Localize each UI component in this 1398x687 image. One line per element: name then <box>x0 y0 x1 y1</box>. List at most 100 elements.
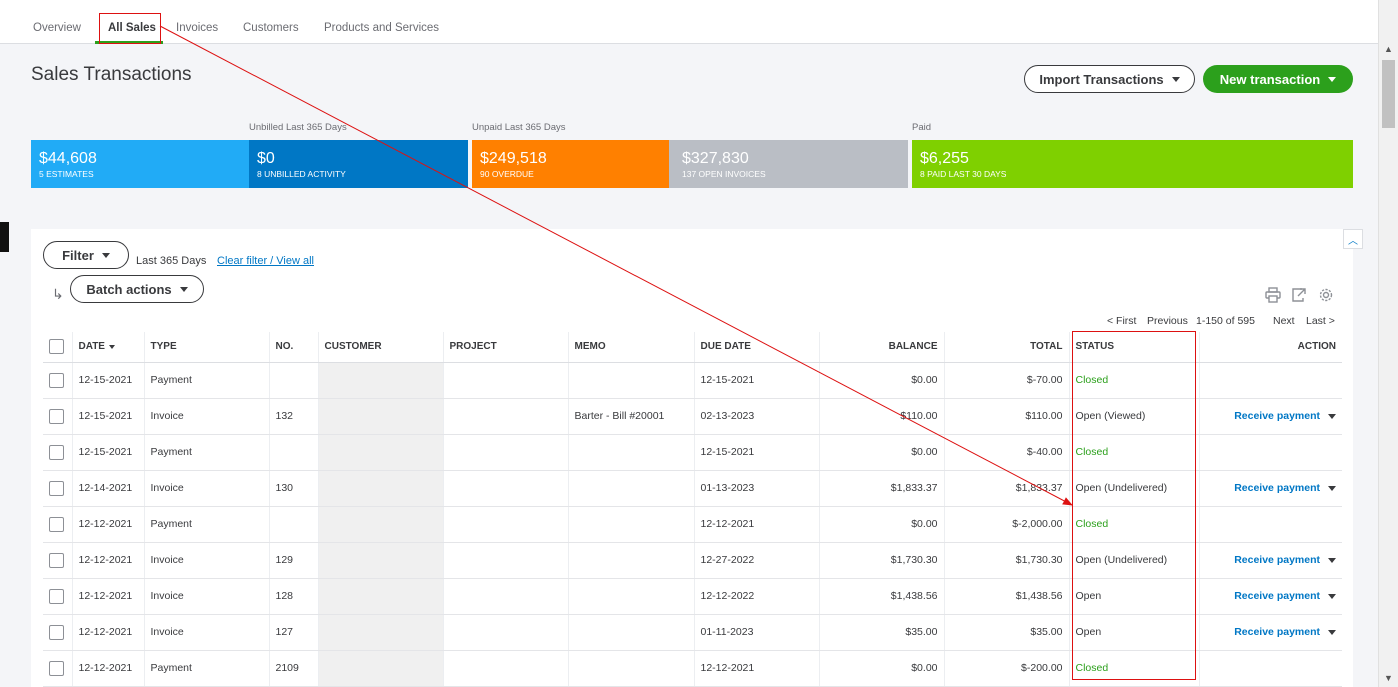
column-total[interactable]: TOTAL <box>943 332 1069 363</box>
scroll-down-arrow-icon[interactable]: ▼ <box>1384 673 1393 683</box>
receive-payment-link[interactable]: Receive payment <box>1234 626 1320 638</box>
row-total: $35.00 <box>943 614 1069 651</box>
chevron-down-icon[interactable] <box>1328 593 1336 599</box>
row-no: 2109 <box>268 650 318 687</box>
receive-payment-cell: Receive payment <box>1198 470 1342 507</box>
table-row[interactable]: 12-12-2021 Invoice 129 12-27-2022 $1,730.30 $… <box>43 542 1342 579</box>
money-bar-open-invoices[interactable]: $327,830 137 OPEN INVOICES <box>669 140 908 188</box>
tab-overview[interactable]: Overview <box>33 22 81 34</box>
row-memo <box>567 578 694 615</box>
money-bar-estimates[interactable]: $44,608 5 ESTIMATES <box>31 140 249 188</box>
row-project <box>442 470 568 507</box>
row-status: Open (Undelivered) <box>1068 470 1199 507</box>
row-type: Payment <box>143 650 269 687</box>
window-edge <box>0 222 9 252</box>
row-checkbox[interactable] <box>49 552 64 568</box>
import-transactions-label: Import Transactions <box>1039 71 1164 87</box>
pager-next[interactable]: Next <box>1273 315 1295 327</box>
money-bar-paid[interactable]: $6,255 8 PAID LAST 30 DAYS <box>912 140 1353 188</box>
tab-all-sales[interactable]: All Sales <box>108 22 156 34</box>
import-transactions-button[interactable]: Import Transactions <box>1024 65 1195 93</box>
row-date: 12-12-2021 <box>71 578 144 615</box>
receive-payment-link[interactable]: Receive payment <box>1234 410 1320 422</box>
row-customer <box>317 650 443 687</box>
chevron-down-icon[interactable] <box>1328 629 1336 635</box>
tab-products-and-services[interactable]: Products and Services <box>324 22 439 34</box>
row-total: $-70.00 <box>943 362 1069 399</box>
column-balance[interactable]: BALANCE <box>818 332 944 363</box>
column-type[interactable]: TYPE <box>143 332 269 363</box>
row-memo <box>567 614 694 651</box>
column-status[interactable]: STATUS <box>1068 332 1199 363</box>
column-date[interactable]: DATE <box>71 332 144 363</box>
table-row[interactable]: 12-12-2021 Payment 12-12-2021 $0.00 $-2,000.… <box>43 506 1342 543</box>
chevron-down-icon[interactable] <box>1328 413 1336 419</box>
row-customer <box>317 434 443 471</box>
receive-payment-link[interactable]: Receive payment <box>1234 554 1320 566</box>
chevron-down-icon[interactable] <box>1328 557 1336 563</box>
row-no: 130 <box>268 470 318 507</box>
table-row[interactable]: 12-12-2021 Invoice 127 01-11-2023 $35.00 $35.… <box>43 614 1342 651</box>
row-no: 128 <box>268 578 318 615</box>
row-customer <box>317 578 443 615</box>
table-row[interactable]: 12-15-2021 Payment 12-15-2021 $0.00 $-40.00 C… <box>43 434 1342 471</box>
open-invoices-amount: $327,830 <box>682 150 749 167</box>
collapse-chevron-up-icon[interactable]: ︿ <box>1343 229 1363 249</box>
table-row[interactable]: 12-12-2021 Invoice 128 12-12-2022 $1,438.56 $… <box>43 578 1342 615</box>
row-checkbox[interactable] <box>49 624 64 640</box>
table-row[interactable]: 12-14-2021 Invoice 130 01-13-2023 $1,833.37 $… <box>43 470 1342 507</box>
row-checkbox[interactable] <box>49 408 64 424</box>
row-due-date: 12-12-2021 <box>693 506 819 543</box>
row-checkbox[interactable] <box>49 480 64 496</box>
row-type: Invoice <box>143 542 269 579</box>
row-checkbox[interactable] <box>49 588 64 604</box>
row-checkbox[interactable] <box>49 660 64 676</box>
column-project[interactable]: PROJECT <box>442 332 568 363</box>
batch-actions-button[interactable]: Batch actions <box>70 275 204 303</box>
select-all-checkbox[interactable] <box>49 339 64 355</box>
row-due-date: 02-13-2023 <box>693 398 819 435</box>
tab-invoices[interactable]: Invoices <box>176 22 218 34</box>
row-date: 12-12-2021 <box>71 614 144 651</box>
column-memo[interactable]: MEMO <box>567 332 694 363</box>
new-transaction-button[interactable]: New transaction <box>1203 65 1353 93</box>
row-project <box>442 542 568 579</box>
row-select-cell <box>43 362 72 399</box>
row-due-date: 12-12-2021 <box>693 650 819 687</box>
column-no[interactable]: NO. <box>268 332 318 363</box>
money-bar-overdue[interactable]: $249,518 90 OVERDUE <box>472 140 669 188</box>
row-checkbox[interactable] <box>49 444 64 460</box>
chevron-down-icon[interactable] <box>1328 485 1336 491</box>
row-checkbox[interactable] <box>49 372 64 388</box>
page-scrollbar[interactable]: ▲ ▼ <box>1378 0 1398 687</box>
column-due-date[interactable]: DUE DATE <box>693 332 819 363</box>
row-balance: $0.00 <box>818 506 944 543</box>
clear-filter-link[interactable]: Clear filter / View all <box>217 255 314 267</box>
pager-first[interactable]: < First <box>1107 315 1136 327</box>
row-project <box>442 614 568 651</box>
row-project <box>442 362 568 399</box>
export-icon[interactable] <box>1291 287 1307 303</box>
row-balance: $0.00 <box>818 650 944 687</box>
filter-button[interactable]: Filter <box>43 241 129 269</box>
gear-icon[interactable] <box>1318 287 1334 303</box>
receive-payment-link[interactable]: Receive payment <box>1234 482 1320 494</box>
print-icon[interactable] <box>1265 287 1281 303</box>
row-checkbox[interactable] <box>49 516 64 532</box>
receive-payment-link[interactable]: Receive payment <box>1234 590 1320 602</box>
table-row[interactable]: 12-12-2021 Payment 2109 12-12-2021 $0.00 $-20… <box>43 650 1342 687</box>
sort-arrow-icon[interactable]: ↳ <box>52 286 64 303</box>
money-bar-unbilled[interactable]: $0 8 UNBILLED ACTIVITY <box>249 140 468 188</box>
table-row[interactable]: 12-15-2021 Payment 12-15-2021 $0.00 $-70.00 C… <box>43 362 1342 399</box>
pager-last[interactable]: Last > <box>1306 315 1335 327</box>
column-customer[interactable]: CUSTOMER <box>317 332 443 363</box>
scroll-up-arrow-icon[interactable]: ▲ <box>1384 44 1393 54</box>
row-total: $1,438.56 <box>943 578 1069 615</box>
scroll-thumb[interactable] <box>1382 60 1395 128</box>
row-due-date: 01-11-2023 <box>693 614 819 651</box>
unbilled-amount: $0 <box>257 150 275 167</box>
table-row[interactable]: 12-15-2021 Invoice 132 Barter - Bill #20001… <box>43 398 1342 435</box>
tab-customers[interactable]: Customers <box>243 22 299 34</box>
row-no <box>268 434 318 471</box>
pager-previous[interactable]: Previous <box>1147 315 1188 327</box>
